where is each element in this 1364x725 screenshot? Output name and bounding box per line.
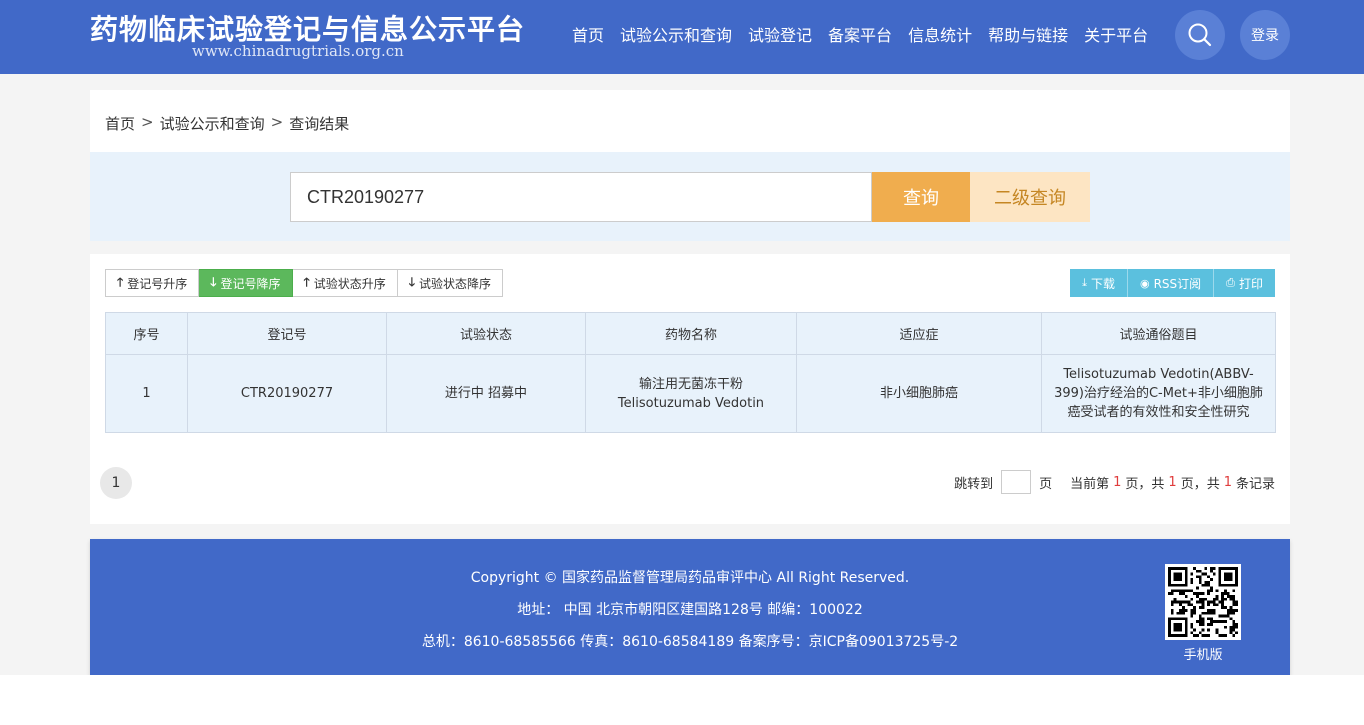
page-number-button[interactable]: 1 [100,467,132,499]
site-url: www.chinadrugtrials.org.cn [192,42,404,60]
nav-trial-register[interactable]: 试验登记 [748,22,812,46]
total-records-number: 1 [1223,474,1232,490]
col-header-drug: 药物名称 [585,312,797,355]
table-row[interactable]: 1 CTR20190277 进行中 招募中 输注用无菌冻干粉 Telisotuz… [105,354,1276,433]
query-button[interactable]: 查询 [872,172,970,222]
arrow-up-icon: 🡑 [303,274,310,289]
arrow-up-icon: 🡑 [117,274,124,289]
page-bottom-strip [0,675,1364,725]
rss-label: RSS订阅 [1153,276,1202,291]
site-logo[interactable]: 药物临床试验登记与信息公示平台 www.chinadrugtrials.org.… [90,8,524,64]
footer-copyright: Copyright © 国家药品监督管理局药品审评中心 All Right Re… [470,570,910,586]
table-header-row: 序号 登记号 试验状态 药物名称 适应症 试验通俗题目 [105,312,1276,355]
total-pages-number: 1 [1168,474,1177,490]
sort-label: 试验状态升序 [313,276,386,291]
print-icon: ⎙ [1226,276,1235,289]
jump-label: 跳转到 [954,476,994,492]
breadcrumb-current: 查询结果 [289,115,350,133]
jump-page-input[interactable] [1001,470,1032,494]
login-button[interactable]: 登录 [1240,10,1290,60]
total-pages-prefix: 页，共 [1125,476,1165,492]
main-nav: 首页 试验公示和查询 试验登记 备案平台 信息统计 帮助与链接 关于平台 [572,22,1148,46]
page-unit-label: 页 [1039,476,1053,492]
search-icon [1188,23,1212,47]
print-button[interactable]: ⎙ 打印 [1214,269,1275,297]
site-footer: Copyright © 国家药品监督管理局药品审评中心 All Right Re… [90,539,1290,675]
breadcrumb-trial-search[interactable]: 试验公示和查询 [160,113,265,134]
col-header-title: 试验通俗题目 [1041,312,1276,355]
footer-contact: 总机：8610-68585566 传真：8610-68584189 备案序号：京… [421,634,959,650]
pager-info: 跳转到 页 当前第 1 页，共 1 页，共 1 条记录 [954,470,1275,494]
cell-title[interactable]: Telisotuzumab Vedotin(ABBV-399)治疗经治的C-Me… [1041,354,1276,433]
nav-home[interactable]: 首页 [572,22,604,46]
arrow-down-icon: 🡓 [408,274,416,289]
nav-statistics[interactable]: 信息统计 [908,22,972,46]
breadcrumb-separator: > [141,113,154,131]
nav-filing-platform[interactable]: 备案平台 [828,22,892,46]
arrow-down-icon: 🡓 [210,274,217,289]
sort-regno-asc-button[interactable]: 🡑 登记号升序 [105,269,200,297]
nav-trial-search[interactable]: 试验公示和查询 [620,22,732,46]
result-toolbar: ⤓ 下载 ◉ RSS订阅 ⎙ 打印 [1070,269,1275,297]
breadcrumb-panel: 首页 > 试验公示和查询 > 查询结果 [90,90,1290,152]
footer-address: 地址： 中国 北京市朝阳区建国路128号 邮编：100022 [517,602,863,618]
sort-label: 试验状态降序 [419,276,492,291]
sort-status-asc-button[interactable]: 🡑 试验状态升序 [292,269,398,297]
col-header-regno: 登记号 [187,312,387,355]
sort-label: 登记号降序 [220,276,281,291]
col-header-index: 序号 [105,312,188,355]
drug-name-cn: 输注用无菌冻干粉 [638,376,743,392]
cell-index: 1 [105,354,188,433]
breadcrumb-home[interactable]: 首页 [105,113,135,134]
records-suffix: 条记录 [1235,476,1275,492]
download-button[interactable]: ⤓ 下载 [1070,269,1128,297]
qr-code-icon [1168,567,1238,637]
nav-help-links[interactable]: 帮助与链接 [988,22,1068,46]
col-header-indication: 适应症 [796,312,1042,355]
results-panel: 🡑 登记号升序 🡓 登记号降序 🡑 试验状态升序 🡓 试验状态降序 ⤓ 下载 ◉ RSS订阅… [90,254,1290,524]
cell-status: 进行中 招募中 [386,354,586,433]
advanced-query-button[interactable]: 二级查询 [970,172,1090,222]
search-input[interactable]: CTR20190277 [290,172,872,222]
results-table: 序号 登记号 试验状态 药物名称 适应症 试验通俗题目 1 CTR2019027… [105,312,1276,433]
sort-status-desc-button[interactable]: 🡓 试验状态降序 [397,269,504,297]
sort-regno-desc-button[interactable]: 🡓 登记号降序 [199,269,293,297]
site-header: 药物临床试验登记与信息公示平台 www.chinadrugtrials.org.… [0,0,1364,74]
header-search-button[interactable] [1175,10,1225,60]
current-prefix: 当前第 [1070,476,1110,492]
drug-name-en: Telisotuzumab Vedotin [617,395,765,411]
print-label: 打印 [1238,276,1263,291]
breadcrumb-separator: > [270,113,284,131]
cell-drug: 输注用无菌冻干粉 Telisotuzumab Vedotin [585,354,797,433]
current-page-number: 1 [1113,474,1122,490]
records-prefix: 页，共 [1180,476,1220,492]
col-header-status: 试验状态 [386,312,586,355]
nav-about[interactable]: 关于平台 [1084,22,1148,46]
mobile-version-label[interactable]: 手机版 [1165,644,1241,663]
rss-subscribe-button[interactable]: ◉ RSS订阅 [1127,269,1215,297]
breadcrumb: 首页 > 试验公示和查询 > 查询结果 [105,113,349,134]
download-icon: ⤓ [1082,276,1087,289]
sort-bar: 🡑 登记号升序 🡓 登记号降序 🡑 试验状态升序 🡓 试验状态降序 [105,269,504,297]
download-label: 下载 [1090,276,1115,291]
search-panel: CTR20190277 查询 二级查询 [90,152,1290,241]
cell-regno[interactable]: CTR20190277 [187,354,387,433]
sort-label: 登记号升序 [127,276,188,291]
qr-code-image[interactable] [1165,564,1241,640]
cell-indication: 非小细胞肺癌 [796,354,1042,433]
rss-icon: ◉ [1139,276,1150,290]
